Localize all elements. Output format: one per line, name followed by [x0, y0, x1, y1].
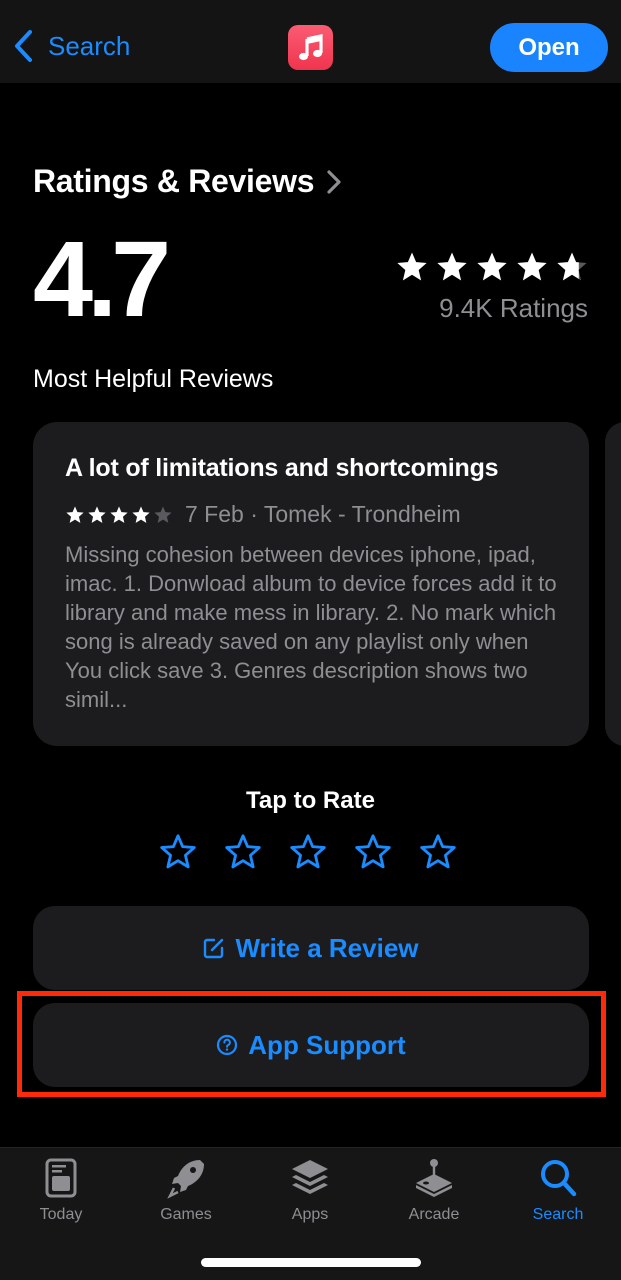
rocket-icon [167, 1160, 204, 1199]
tab-today[interactable]: Today [11, 1156, 111, 1224]
star-icon [110, 506, 128, 523]
tab-games-label: Games [160, 1206, 212, 1223]
tab-today-label: Today [39, 1206, 83, 1223]
compose-icon [204, 938, 224, 959]
search-icon [541, 1160, 577, 1197]
review-title: A lot of limitations and shortcomings [65, 454, 499, 482]
star-icon [557, 252, 587, 281]
rate-star-3[interactable] [289, 833, 327, 871]
next-review-card[interactable] [605, 422, 621, 746]
star-icon [132, 506, 150, 523]
review-body: Missing cohesion between devices iphone,… [65, 542, 557, 712]
open-button[interactable]: Open [490, 23, 608, 72]
write-review-button[interactable]: Write a Review [33, 906, 589, 990]
star-icon [88, 506, 106, 523]
back-button[interactable]: Search [12, 28, 130, 64]
tap-to-rate-stars [159, 833, 457, 871]
rate-star-1[interactable] [159, 833, 197, 871]
chevron-right-icon [327, 169, 341, 194]
app-support-label: App Support [248, 1029, 406, 1060]
tap-to-rate-label: Tap to Rate [246, 787, 375, 814]
navigation-bar: Search Open [0, 0, 621, 83]
layers-icon [292, 1160, 328, 1194]
write-review-label: Write a Review [235, 932, 419, 963]
tab-apps[interactable]: Apps [260, 1156, 360, 1224]
average-stars [395, 250, 589, 284]
review-card[interactable]: A lot of limitations and shortcomings 7 … [33, 422, 589, 746]
tab-search[interactable]: Search [508, 1156, 608, 1224]
rate-star-2[interactable] [224, 833, 262, 871]
music-app-icon [288, 25, 333, 70]
tab-search-label: Search [532, 1206, 584, 1223]
most-helpful-reviews-title: Most Helpful Reviews [33, 365, 274, 393]
review-meta: 7 Feb · Tomek - Trondheim [65, 501, 557, 528]
tab-apps-label: Apps [291, 1206, 329, 1223]
joystick-icon [416, 1159, 452, 1197]
star-icon [397, 252, 427, 281]
tab-games[interactable]: Games [136, 1156, 236, 1224]
music-note-icon [298, 33, 323, 60]
today-icon [45, 1158, 77, 1198]
star-icon [66, 506, 84, 523]
back-label: Search [48, 30, 131, 61]
ratings-reviews-header[interactable]: Ratings & Reviews [33, 163, 342, 200]
average-rating: 4.7 [33, 218, 171, 339]
review-date-author: 7 Feb · Tomek - Trondheim [185, 501, 461, 527]
chevron-left-icon [15, 30, 32, 62]
ratings-reviews-title: Ratings & Reviews [33, 163, 315, 199]
tab-arcade-label: Arcade [408, 1206, 460, 1223]
question-circle-icon [217, 1034, 238, 1056]
review-stars [65, 505, 173, 525]
star-icon [154, 506, 172, 523]
rate-star-5[interactable] [419, 833, 457, 871]
star-icon [477, 252, 507, 281]
ratings-count: 9.4K Ratings [439, 293, 588, 323]
star-icon [437, 252, 467, 281]
home-indicator[interactable] [201, 1258, 421, 1267]
tab-arcade[interactable]: Arcade [384, 1156, 484, 1224]
app-support-button[interactable]: App Support [33, 1003, 589, 1087]
star-icon [517, 252, 547, 281]
rate-star-4[interactable] [354, 833, 392, 871]
